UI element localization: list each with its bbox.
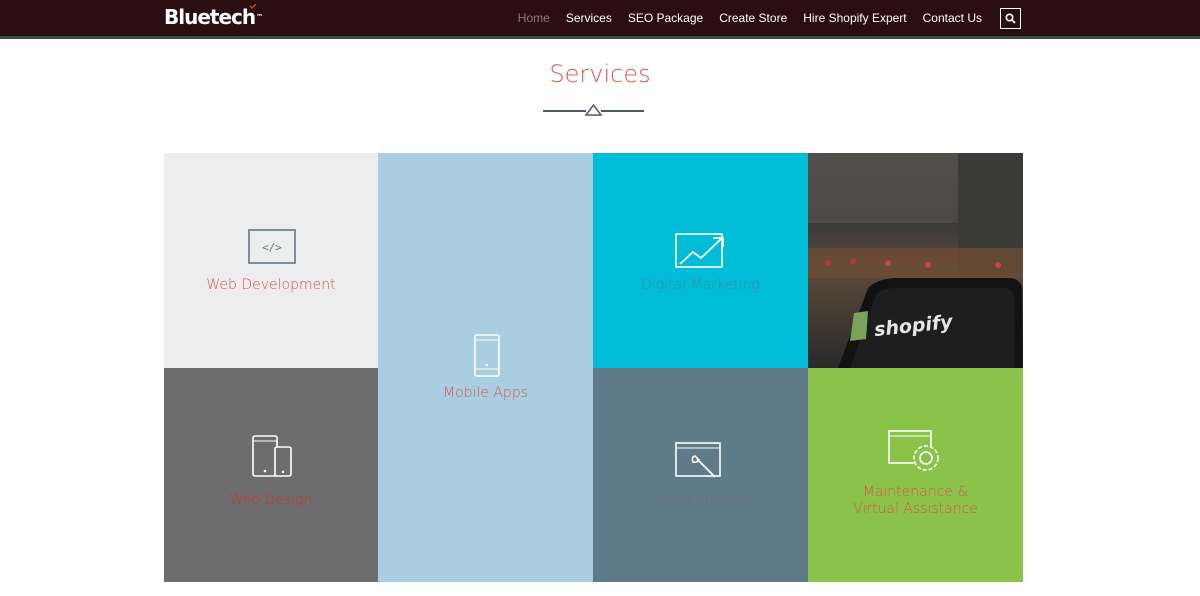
search-button[interactable]	[1000, 8, 1021, 29]
code-window-icon: </>	[248, 229, 296, 264]
tile-label-line1: Maintenance &	[862, 484, 969, 500]
tile-label: Web Development	[206, 277, 336, 293]
main-menu: Home Services SEO Package Create Store H…	[510, 0, 990, 36]
devices-icon	[252, 435, 292, 477]
svg-text:</>: </>	[262, 241, 282, 254]
service-tile-web-development[interactable]: </> Web Development	[164, 153, 378, 368]
section-title: Services	[549, 60, 651, 88]
service-tile-brand-building[interactable]: Brand Building	[593, 368, 808, 582]
bluetech-logo[interactable]: Bluetech™	[164, 4, 264, 29]
tile-label: Web Design	[229, 492, 313, 508]
logo-tick-icon	[250, 4, 256, 9]
tile-label: Shopify Expert	[864, 249, 967, 265]
service-tile-web-design[interactable]: Web Design	[164, 368, 378, 582]
tile-label: Digital Marketing	[641, 277, 760, 293]
top-navbar: Bluetech™ Home Services SEO Package Crea…	[0, 0, 1200, 39]
nav-home[interactable]: Home	[510, 0, 558, 36]
growth-chart-icon	[675, 233, 724, 268]
smartphone-icon	[474, 334, 500, 377]
nav-create-store[interactable]: Create Store	[711, 0, 795, 36]
service-tile-shopify-expert[interactable]: Shopify Expert shopify	[808, 153, 1023, 368]
logo-text: Bluetech	[164, 5, 256, 29]
gear-window-icon	[888, 430, 939, 471]
logo-trademark: ™	[256, 13, 264, 21]
service-tile-digital-marketing[interactable]: Digital Marketing	[593, 153, 808, 368]
title-divider-icon	[543, 103, 644, 116]
search-icon	[1005, 13, 1016, 24]
brush-window-icon	[675, 442, 721, 478]
tile-label: Mobile Apps	[442, 385, 529, 401]
tile-label-line2: Virtual Assistance	[853, 501, 978, 517]
nav-seo-package[interactable]: SEO Package	[620, 0, 711, 36]
nav-hire-shopify-expert[interactable]: Hire Shopify Expert	[795, 0, 914, 36]
nav-contact-us[interactable]: Contact Us	[915, 0, 990, 36]
service-tile-maintenance-virtual-assistance[interactable]: Maintenance & Virtual Assistance	[808, 368, 1023, 582]
service-tile-mobile-apps[interactable]: Mobile Apps	[378, 153, 593, 582]
tile-label: Brand Building	[649, 492, 752, 508]
nav-services[interactable]: Services	[558, 0, 620, 36]
